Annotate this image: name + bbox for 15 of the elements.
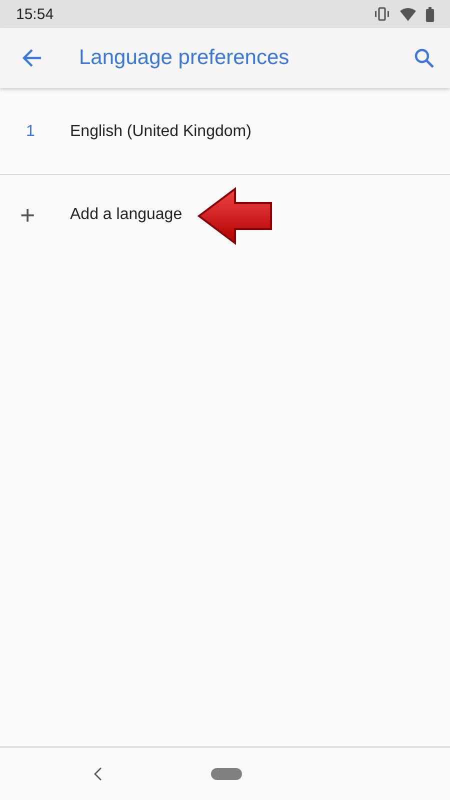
- language-number: 1: [25, 123, 36, 141]
- add-language-label: Add a language: [70, 206, 182, 224]
- language-name: English (United Kingdom): [70, 123, 252, 141]
- search-button[interactable]: [412, 46, 436, 70]
- home-pill-button[interactable]: [211, 768, 242, 780]
- add-language-item[interactable]: + Add a language: [0, 175, 450, 255]
- back-nav-button[interactable]: [92, 765, 104, 783]
- plus-icon: +: [0, 200, 70, 230]
- battery-icon: [426, 6, 434, 22]
- wifi-icon: [400, 8, 416, 20]
- language-item[interactable]: 1 English (United Kingdom): [0, 90, 450, 175]
- status-time: 15:54: [16, 6, 54, 22]
- vibrate-icon: [374, 7, 390, 21]
- pointer-arrow-icon: [197, 187, 273, 245]
- screen-title: Language preferences: [79, 46, 290, 70]
